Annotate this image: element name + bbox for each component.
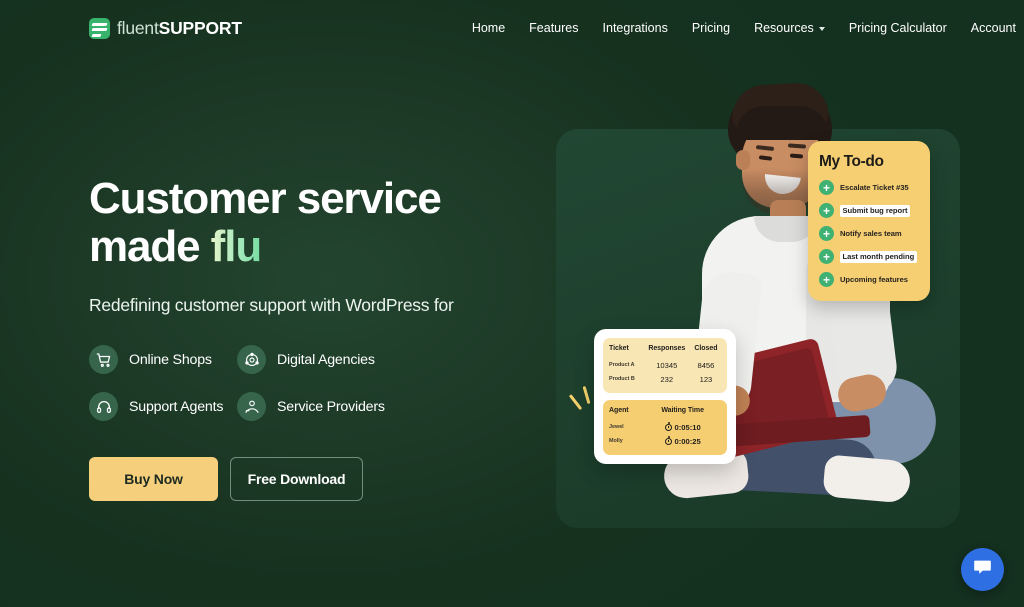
chevron-down-icon (818, 27, 825, 31)
todo-item-label: Submit bug report (840, 204, 910, 217)
todo-item[interactable]: + Upcoming features (819, 272, 919, 287)
todo-item[interactable]: + Notify sales team (819, 226, 919, 241)
waiting-time-value: 0:00:25 (674, 436, 701, 446)
clock-icon (664, 436, 672, 445)
plus-icon: + (819, 180, 834, 195)
todo-item[interactable]: + Submit bug report (819, 203, 919, 218)
nav-link-pricing-calculator[interactable]: Pricing Calculator (837, 15, 959, 41)
table-row: Product A 10345 8456 (609, 358, 721, 372)
headset-icon (89, 392, 118, 422)
nav-link-label: Pricing Calculator (848, 21, 947, 35)
ticket-closed: 8456 (697, 360, 715, 370)
column-header-ticket: Ticket (609, 345, 629, 352)
nav-link-home[interactable]: Home (460, 15, 517, 41)
ticket-table: Ticket Responses Closed Product A 10345 … (609, 345, 721, 386)
agent-name: Jewel (609, 424, 624, 430)
ticket-name: Product A (609, 362, 635, 368)
todo-item-label: Notify sales team (840, 229, 902, 238)
network-share-icon (237, 345, 266, 375)
fluent-logo-icon (89, 17, 110, 39)
nav-link-label: Pricing (691, 21, 731, 35)
plus-icon: + (819, 203, 834, 218)
hero-illustration: My To-do + Escalate Ticket #35 + Submit … (556, 81, 960, 528)
ticket-responses: 10345 (656, 360, 678, 370)
agent-waiting-block: Agent Waiting Time Jewel 0:05:10 Molly 0… (603, 400, 727, 455)
todo-item-label: Escalate Ticket #35 (840, 183, 909, 192)
buy-now-button[interactable]: Buy Now (89, 457, 218, 502)
hero-content: Customer service made flu Redefining cus… (89, 174, 529, 502)
column-header-responses: Responses (648, 345, 686, 352)
chat-bubble-icon (972, 557, 993, 583)
hero-title-line2-static: made (89, 222, 211, 272)
audience-label: Support Agents (129, 398, 224, 415)
clock-icon (664, 422, 672, 431)
top-navigation-bar: fluentSUPPORT Home Features Integrations… (0, 0, 1024, 56)
todo-item-label: Last month pending (840, 250, 917, 263)
hero-subtitle: Redefining customer support with WordPre… (89, 294, 454, 315)
audience-label: Digital Agencies (277, 351, 375, 368)
nav-link-features[interactable]: Features (517, 15, 590, 41)
nav-link-pricing[interactable]: Pricing (680, 15, 742, 41)
audience-list: Online Shops Digital Agencies Support Ag… (89, 345, 529, 422)
plus-icon: + (819, 272, 834, 287)
plus-icon: + (819, 249, 834, 264)
todo-item[interactable]: + Escalate Ticket #35 (819, 180, 919, 195)
chat-widget-button[interactable] (961, 548, 1004, 591)
ticket-responses: 232 (660, 374, 674, 384)
audience-item-digital-agencies[interactable]: Digital Agencies (237, 345, 529, 375)
nav-link-integrations[interactable]: Integrations (591, 15, 680, 41)
nav-link-resources[interactable]: Resources (742, 15, 837, 41)
audience-label: Online Shops (129, 351, 212, 368)
waiting-time-cell: 0:00:25 (644, 436, 721, 446)
ticket-stats-block: Ticket Responses Closed Product A 10345 … (603, 338, 727, 393)
nav-link-label: Resources (754, 21, 814, 35)
column-header-waiting-time: Waiting Time (661, 407, 704, 414)
plus-icon: + (819, 226, 834, 241)
table-row: Jewel 0:05:10 (609, 420, 721, 434)
column-header-closed: Closed (694, 345, 718, 352)
todo-item[interactable]: + Last month pending (819, 249, 919, 264)
audience-label: Service Providers (277, 398, 385, 415)
hero-title-typed-word: flu (210, 222, 263, 272)
todo-card-title: My To-do (819, 153, 884, 170)
audience-item-service-providers[interactable]: Service Providers (237, 392, 529, 422)
page-title: Customer service made flu (89, 174, 529, 272)
brand-name-bold: SUPPORT (158, 17, 242, 38)
table-header-row: Ticket Responses Closed (609, 345, 721, 358)
nav-link-account[interactable]: Account (959, 15, 1024, 41)
nav-link-label: Features (529, 21, 579, 35)
nav-link-label: Account (970, 21, 1016, 35)
service-hand-icon (237, 392, 266, 422)
brand-logo[interactable]: fluentSUPPORT (89, 17, 242, 39)
shopping-cart-icon (89, 345, 118, 375)
table-header-row: Agent Waiting Time (609, 407, 721, 420)
todo-item-label: Upcoming features (840, 275, 908, 284)
waiting-time-value: 0:05:10 (674, 422, 701, 432)
audience-item-support-agents[interactable]: Support Agents (89, 392, 237, 422)
agent-name: Molly (609, 438, 623, 444)
agent-table: Agent Waiting Time Jewel 0:05:10 Molly 0… (609, 407, 721, 448)
nav-link-label: Integrations (602, 21, 668, 35)
brand-name-light: fluent (117, 17, 159, 38)
column-header-agent: Agent (609, 407, 629, 414)
nav-links: Home Features Integrations Pricing Resou… (460, 15, 1024, 41)
table-row: Product B 232 123 (609, 372, 721, 386)
audience-item-online-shops[interactable]: Online Shops (89, 345, 237, 375)
ticket-name: Product B (609, 376, 635, 382)
brand-name: fluentSUPPORT (117, 18, 242, 39)
cta-button-row: Buy Now Free Download (89, 457, 529, 502)
todo-card: My To-do + Escalate Ticket #35 + Submit … (808, 141, 930, 301)
nav-link-label: Home (471, 21, 506, 35)
table-row: Molly 0:00:25 (609, 434, 721, 448)
free-download-button[interactable]: Free Download (230, 457, 363, 502)
waiting-time-cell: 0:05:10 (644, 422, 721, 432)
stats-card: Ticket Responses Closed Product A 10345 … (594, 329, 736, 464)
hero-title-line1: Customer service (89, 174, 442, 223)
ticket-closed: 123 (699, 374, 713, 384)
